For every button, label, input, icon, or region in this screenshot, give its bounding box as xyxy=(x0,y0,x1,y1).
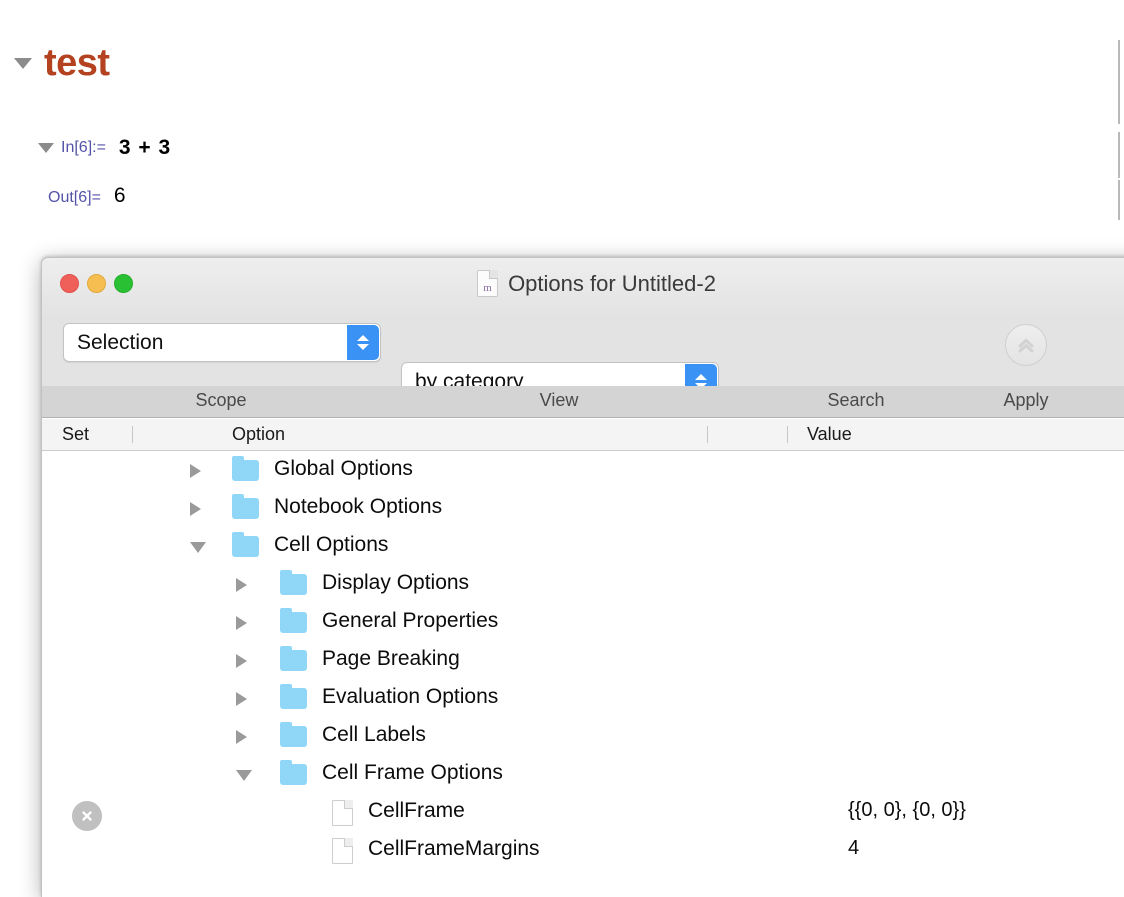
row-value[interactable]: 4 xyxy=(848,837,859,860)
disclosure-triangle-closed-icon[interactable] xyxy=(190,464,201,478)
disclosure-triangle-closed-icon[interactable] xyxy=(236,692,247,706)
table-row[interactable]: CellFrameMargins 4 xyxy=(42,831,1124,869)
apply-label: Apply xyxy=(1003,390,1048,411)
folder-icon xyxy=(232,536,259,557)
folder-icon xyxy=(280,612,307,633)
scope-label: Scope xyxy=(195,390,246,411)
table-row[interactable]: Page Breaking xyxy=(42,641,1124,679)
disclosure-triangle-open-icon[interactable] xyxy=(236,770,252,781)
disclosure-triangle-closed-icon[interactable] xyxy=(236,654,247,668)
scope-popup-arrows-icon[interactable] xyxy=(347,325,379,360)
output-cell-label: Out[6]= xyxy=(48,189,101,207)
folder-icon xyxy=(280,688,307,709)
folder-icon xyxy=(280,726,307,747)
disclosure-triangle-closed-icon[interactable] xyxy=(236,616,247,630)
scope-popup-value: Selection xyxy=(64,331,163,355)
table-row[interactable]: Global Options xyxy=(42,451,1124,489)
delete-option-icon[interactable] xyxy=(72,801,102,831)
disclosure-triangle-closed-icon[interactable] xyxy=(236,578,247,592)
output-cell-value: 6 xyxy=(114,184,126,208)
table-row[interactable]: Evaluation Options xyxy=(42,679,1124,717)
apply-button[interactable] xyxy=(1005,324,1047,366)
row-label: Page Breaking xyxy=(322,647,460,671)
notebook-document-icon: m xyxy=(477,270,498,297)
disclosure-triangle-closed-icon[interactable] xyxy=(236,730,247,744)
row-label: General Properties xyxy=(322,609,498,633)
folder-icon xyxy=(232,460,259,481)
column-divider-2[interactable] xyxy=(707,426,708,443)
row-value[interactable]: {{0, 0}, {0, 0}} xyxy=(848,799,966,822)
double-chevron-up-icon xyxy=(1014,333,1038,357)
dialog-title-group: m Options for Untitled-2 xyxy=(42,270,1124,297)
notebook-title-cell[interactable]: test xyxy=(14,44,110,82)
row-label: Evaluation Options xyxy=(322,685,498,709)
search-label: Search xyxy=(827,390,884,411)
dialog-titlebar[interactable]: m Options for Untitled-2 xyxy=(42,258,1124,320)
page-title: test xyxy=(44,44,110,82)
option-document-icon xyxy=(332,800,353,826)
row-label: Notebook Options xyxy=(274,495,442,519)
scope-popup-button[interactable]: Selection xyxy=(63,323,381,362)
row-label: Cell Frame Options xyxy=(322,761,503,785)
column-header-set[interactable]: Set xyxy=(62,424,89,445)
table-row[interactable]: Display Options xyxy=(42,565,1124,603)
input-cell-expression[interactable]: 3 + 3 xyxy=(119,136,171,160)
row-label: CellFrameMargins xyxy=(368,837,540,861)
disclosure-triangle-closed-icon[interactable] xyxy=(190,502,201,516)
options-tree-list[interactable]: Global Options Notebook Options Cell Optio… xyxy=(42,451,1124,897)
document-icon-letter: m xyxy=(478,282,497,294)
column-header-option[interactable]: Option xyxy=(232,424,285,445)
output-cell: Out[6]= 6 xyxy=(48,184,126,208)
table-row[interactable]: Cell Options xyxy=(42,527,1124,565)
cell-bracket-output[interactable] xyxy=(1118,180,1120,220)
title-disclosure-triangle-icon[interactable] xyxy=(14,58,32,69)
dialog-toolbar: Selection by category xyxy=(42,320,1124,386)
row-label: CellFrame xyxy=(368,799,465,823)
toolbar-label-strip: Scope View Search Apply xyxy=(42,386,1124,418)
dialog-title: Options for Untitled-2 xyxy=(508,271,716,297)
table-row[interactable]: Cell Labels xyxy=(42,717,1124,755)
cell-bracket-title[interactable] xyxy=(1118,40,1120,124)
folder-icon xyxy=(232,498,259,519)
table-row[interactable]: Cell Frame Options xyxy=(42,755,1124,793)
input-cell-label: In[6]:= xyxy=(61,139,106,157)
input-cell[interactable]: In[6]:= 3 + 3 xyxy=(38,136,171,160)
table-row[interactable]: CellFrame {{0, 0}, {0, 0}} xyxy=(42,793,1124,831)
option-document-icon xyxy=(332,838,353,864)
row-label: Display Options xyxy=(322,571,469,595)
column-divider-3[interactable] xyxy=(787,426,788,443)
table-row[interactable]: Notebook Options xyxy=(42,489,1124,527)
input-disclosure-triangle-icon[interactable] xyxy=(38,143,54,153)
disclosure-triangle-open-icon[interactable] xyxy=(190,542,206,553)
options-table-header: Set Option Value xyxy=(42,418,1124,451)
options-dialog-window[interactable]: m Options for Untitled-2 Selection by ca… xyxy=(41,257,1124,897)
column-divider-1[interactable] xyxy=(132,426,133,443)
row-label: Cell Options xyxy=(274,533,388,557)
column-header-value[interactable]: Value xyxy=(807,424,852,445)
cell-bracket-input[interactable] xyxy=(1118,132,1120,178)
folder-icon xyxy=(280,650,307,671)
view-label: View xyxy=(540,390,579,411)
row-label: Cell Labels xyxy=(322,723,426,747)
table-row[interactable]: General Properties xyxy=(42,603,1124,641)
folder-icon xyxy=(280,574,307,595)
row-label: Global Options xyxy=(274,457,413,481)
folder-icon xyxy=(280,764,307,785)
